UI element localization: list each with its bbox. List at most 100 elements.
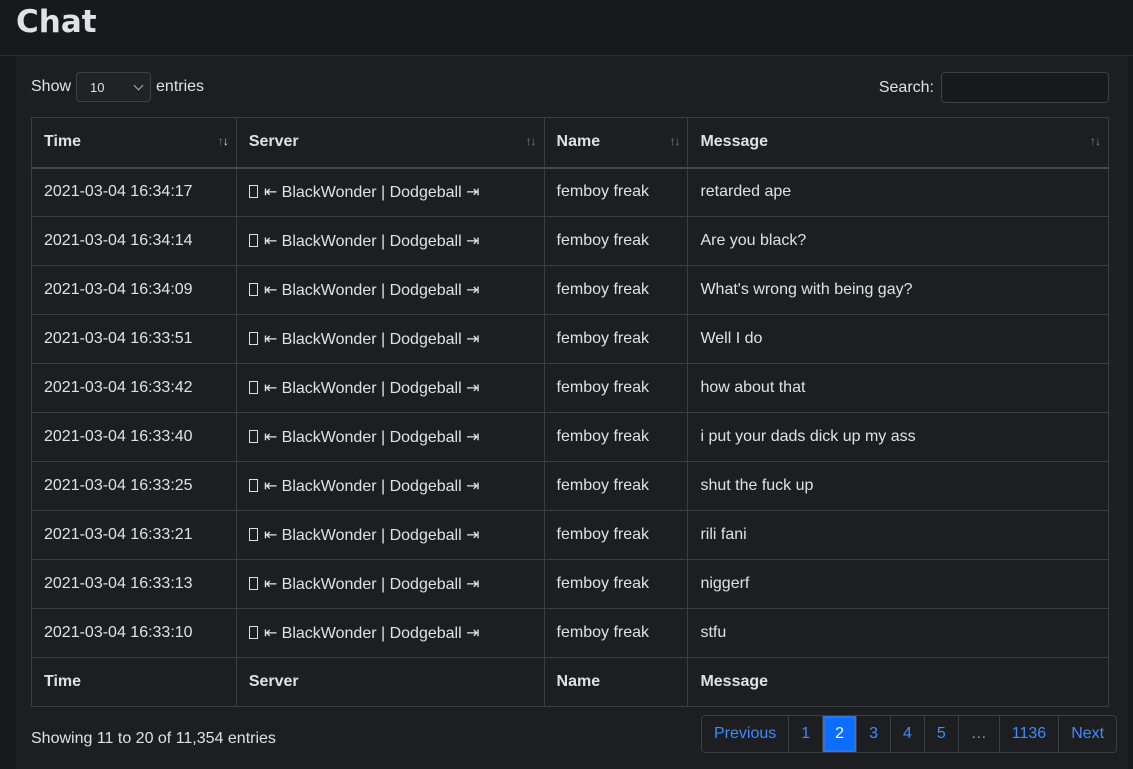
cell-name-text: femboy freak (556, 477, 650, 494)
cell-message-text: i put your dads dick up my ass (700, 428, 916, 445)
column-header-label: Name (556, 133, 601, 151)
cell-time: 2021-03-04 16:33:25 (31, 461, 237, 511)
table-row: 2021-03-04 16:34:09 ⇤ BlackWonder | Dodge… (31, 265, 1109, 315)
cell-server-text: ⇤ BlackWonder | Dodgeball ⇥ (263, 233, 480, 250)
column-header-label: Message (700, 133, 769, 151)
cell-server: ⇤ BlackWonder | Dodgeball ⇥ (235, 265, 545, 315)
missing-glyph-icon (248, 626, 258, 639)
cell-name-text: femboy freak (556, 232, 650, 249)
cell-name-text: femboy freak (556, 575, 650, 592)
search-label: Search: (878, 78, 934, 96)
sort-icon: ↑↓ (1090, 134, 1101, 148)
cell-time-text: 2021-03-04 16:33:51 (44, 330, 193, 347)
cell-time-text: 2021-03-04 16:34:14 (44, 232, 193, 249)
cell-time: 2021-03-04 16:33:10 (31, 608, 237, 658)
cell-name: femboy freak (543, 167, 689, 217)
cell-server-text: ⇤ BlackWonder | Dodgeball ⇥ (263, 527, 480, 544)
page-button[interactable]: 1136 (999, 716, 1060, 752)
column-header-time[interactable]: Time ↑↓ (31, 117, 237, 169)
page-button[interactable]: 5 (924, 716, 959, 752)
cell-name-text: femboy freak (556, 330, 650, 347)
cell-time: 2021-03-04 16:33:42 (31, 363, 237, 413)
cell-message-text: What's wrong with being gay? (700, 281, 913, 298)
cell-name: femboy freak (543, 363, 689, 413)
cell-message-text: Are you black? (700, 232, 807, 249)
cell-time: 2021-03-04 16:33:40 (31, 412, 237, 462)
cell-server: ⇤ BlackWonder | Dodgeball ⇥ (235, 363, 545, 413)
cell-server: ⇤ BlackWonder | Dodgeball ⇥ (235, 559, 545, 609)
sort-icon: ↑↓ (669, 134, 680, 148)
table-row: 2021-03-04 16:33:40 ⇤ BlackWonder | Dodge… (31, 412, 1109, 462)
cell-message-text: stfu (700, 624, 727, 641)
cell-server-text: ⇤ BlackWonder | Dodgeball ⇥ (263, 282, 480, 299)
column-header-message[interactable]: Message ↑↓ (687, 117, 1109, 169)
next-page-button[interactable]: Next (1059, 716, 1117, 752)
cell-name-text: femboy freak (556, 379, 650, 396)
table-row: 2021-03-04 16:33:13 ⇤ BlackWonder | Dodge… (31, 559, 1109, 609)
cell-name: femboy freak (543, 461, 689, 511)
column-header-label: Time (44, 133, 82, 151)
cell-time-text: 2021-03-04 16:33:21 (44, 526, 193, 543)
cell-server-text: ⇤ BlackWonder | Dodgeball ⇥ (263, 478, 480, 495)
column-header-label: Server (248, 133, 299, 151)
footer-time: Time (31, 657, 237, 707)
table-row: 2021-03-04 16:33:21 ⇤ BlackWonder | Dodge… (31, 510, 1109, 560)
cell-message: Are you black? (687, 216, 1109, 266)
table-body: 2021-03-04 16:34:17 ⇤ BlackWonder | Dodge… (31, 167, 1109, 658)
cell-message: What's wrong with being gay? (687, 265, 1109, 315)
cell-message: Well I do (687, 314, 1109, 364)
search-input[interactable] (941, 72, 1109, 103)
cell-name-text: femboy freak (556, 526, 650, 543)
page-button[interactable]: 4 (890, 716, 925, 752)
cell-server-text: ⇤ BlackWonder | Dodgeball ⇥ (263, 625, 480, 642)
table-row: 2021-03-04 16:34:17 ⇤ BlackWonder | Dodge… (31, 167, 1109, 217)
missing-glyph-icon (248, 381, 258, 394)
cell-server: ⇤ BlackWonder | Dodgeball ⇥ (235, 461, 545, 511)
missing-glyph-icon (248, 185, 258, 199)
cell-server-text: ⇤ BlackWonder | Dodgeball ⇥ (263, 429, 480, 446)
missing-glyph-icon (248, 234, 258, 247)
cell-message: how about that (687, 363, 1109, 413)
cell-name-text: femboy freak (556, 624, 650, 641)
cell-name: femboy freak (543, 559, 689, 609)
cell-message: rili fani (687, 510, 1109, 560)
column-header-server[interactable]: Server ↑↓ (235, 117, 545, 169)
cell-message-text: shut the fuck up (700, 477, 814, 494)
cell-name: femboy freak (543, 412, 689, 462)
cell-time: 2021-03-04 16:34:09 (31, 265, 237, 315)
page-button[interactable]: 2 (823, 716, 858, 752)
cell-time: 2021-03-04 16:34:17 (31, 167, 237, 217)
cell-name: femboy freak (543, 510, 689, 560)
table-row: 2021-03-04 16:33:51 ⇤ BlackWonder | Dodge… (31, 314, 1109, 364)
cell-message: i put your dads dick up my ass (687, 412, 1109, 462)
entries-label: entries (156, 78, 205, 95)
cell-server-text: ⇤ BlackWonder | Dodgeball ⇥ (263, 380, 480, 397)
table-info: Showing 11 to 20 of 11,354 entries (31, 730, 276, 747)
cell-message: retarded ape (687, 167, 1109, 217)
cell-time: 2021-03-04 16:33:21 (31, 510, 237, 560)
cell-message-text: niggerf (700, 575, 750, 592)
missing-glyph-icon (248, 577, 258, 590)
chat-table: Time ↑↓ Server ↑↓ Name ↑↓ Message ↑↓ 202… (31, 117, 1109, 707)
page-button[interactable]: 1 (789, 716, 824, 752)
page-button[interactable]: 3 (857, 716, 891, 752)
missing-glyph-icon (248, 283, 258, 296)
footer-name: Name (543, 657, 689, 707)
cell-time-text: 2021-03-04 16:33:40 (44, 428, 193, 445)
previous-page-button[interactable]: Previous (702, 716, 790, 752)
length-control: Show 10 entries (31, 72, 204, 102)
cell-time-text: 2021-03-04 16:33:10 (44, 624, 193, 641)
cell-message-text: how about that (700, 379, 806, 396)
page-title: Chat (16, 4, 97, 40)
sort-desc-icon: ↑↓ (217, 134, 229, 148)
chevron-down-icon (133, 80, 144, 91)
cell-name-text: femboy freak (556, 183, 650, 201)
table-row: 2021-03-04 16:33:25 ⇤ BlackWonder | Dodge… (31, 461, 1109, 511)
cell-time-text: 2021-03-04 16:33:42 (44, 379, 193, 396)
table-row: 2021-03-04 16:33:42 ⇤ BlackWonder | Dodge… (31, 363, 1109, 413)
pagination-ellipsis: … (958, 716, 1000, 752)
cell-server: ⇤ BlackWonder | Dodgeball ⇥ (235, 412, 545, 462)
column-header-name[interactable]: Name ↑↓ (543, 117, 689, 169)
pagination: Previous 1 2 3 4 5… 1136 Next (701, 715, 1118, 753)
entries-per-page-select[interactable]: 10 (76, 72, 152, 102)
